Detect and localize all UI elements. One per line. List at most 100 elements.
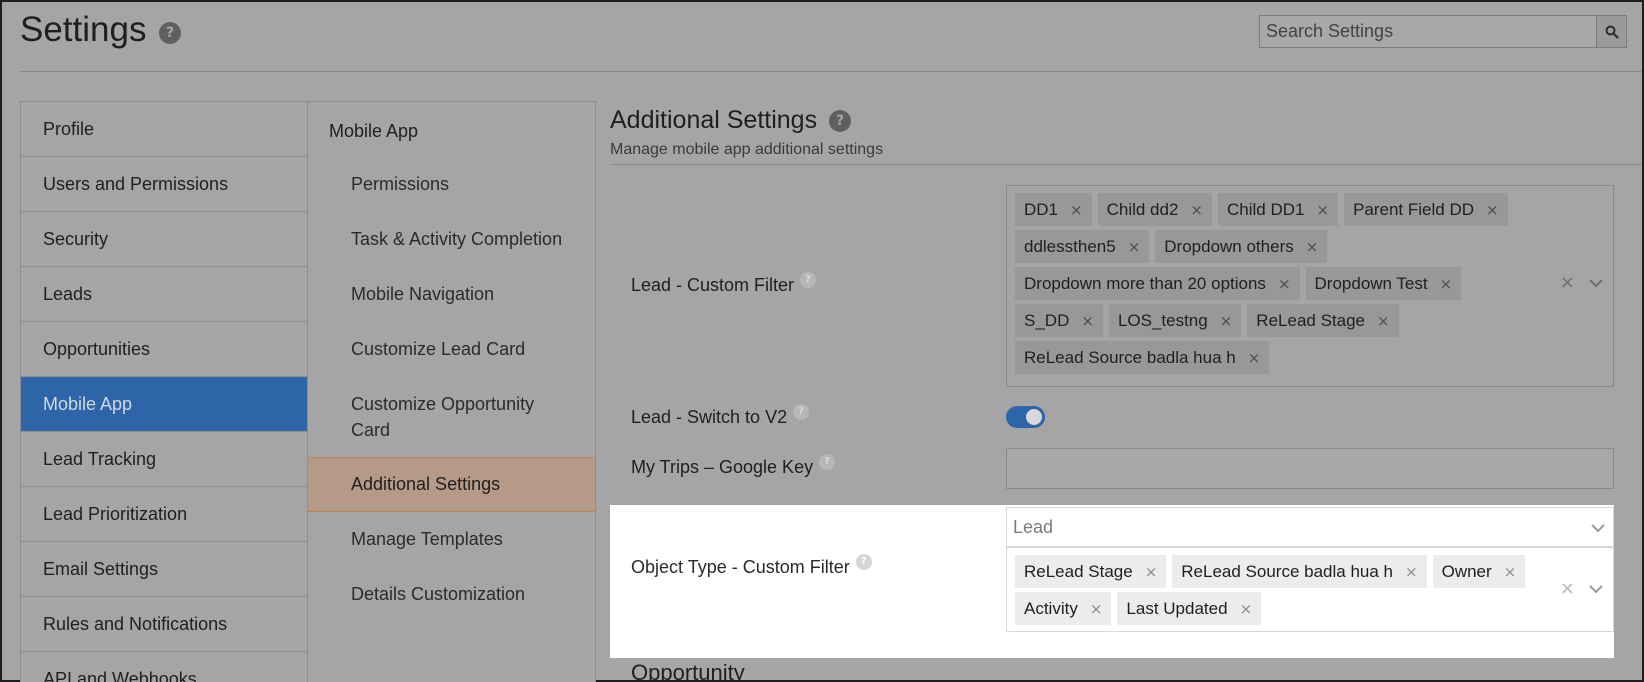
- chip-label: Owner: [1441, 561, 1492, 581]
- close-icon[interactable]: ×: [1248, 349, 1261, 367]
- close-icon[interactable]: ×: [1405, 563, 1418, 581]
- close-icon[interactable]: ×: [1278, 275, 1291, 293]
- sidebar-item-lead-tracking[interactable]: Lead Tracking: [21, 432, 307, 487]
- chip-label: ReLead Source badla hua h: [1181, 561, 1394, 581]
- close-icon[interactable]: ×: [1440, 275, 1453, 293]
- chip-label: Last Updated: [1126, 598, 1228, 618]
- sidebar-item-email-settings[interactable]: Email Settings: [21, 542, 307, 597]
- toggle-knob: [1026, 409, 1042, 425]
- search-icon: [1605, 25, 1619, 39]
- filter-chip: Child dd2 ×: [1097, 193, 1212, 226]
- select-controls: ×: [1560, 272, 1603, 293]
- chip-label: ReLead Stage: [1024, 561, 1133, 581]
- chip-label: DD1: [1024, 199, 1059, 219]
- filter-chip: ReLead Source badla hua h ×: [1015, 341, 1270, 374]
- search-box: [1259, 15, 1627, 48]
- sidebar-item-opportunities[interactable]: Opportunities: [21, 322, 307, 377]
- sidebar-item-users-and-permissions[interactable]: Users and Permissions: [21, 157, 307, 212]
- chip-label: Activity: [1024, 598, 1078, 618]
- object-type-select[interactable]: Lead: [1006, 507, 1614, 547]
- lead-custom-filter-label-text: Lead - Custom Filter: [631, 275, 795, 295]
- filter-chip: S_DD ×: [1015, 304, 1103, 337]
- question-circle-icon[interactable]: ?: [800, 271, 817, 288]
- filter-chip: ReLead Source badla hua h ×: [1172, 555, 1427, 588]
- sidebar-item-api-and-webhooks[interactable]: API and Webhooks: [21, 652, 307, 682]
- subnav-item-task-activity-completion[interactable]: Task & Activity Completion: [308, 212, 595, 267]
- close-icon[interactable]: ×: [1240, 600, 1253, 618]
- sidebar-item-profile[interactable]: Profile: [21, 102, 307, 157]
- lead-switch-v2-label-text: Lead - Switch to V2: [631, 407, 788, 427]
- sidebar-item-security[interactable]: Security: [21, 212, 307, 267]
- subnav-item-customize-lead-card[interactable]: Customize Lead Card: [308, 322, 595, 377]
- search-input[interactable]: [1260, 16, 1596, 47]
- filter-chip: ReLead Stage ×: [1015, 555, 1167, 588]
- sidebar-item-mobile-app[interactable]: Mobile App: [21, 377, 307, 432]
- subnav-item-customize-opportunity-card[interactable]: Customize Opportunity Card: [308, 377, 595, 457]
- chip-label: Dropdown Test: [1314, 273, 1428, 293]
- filter-chip: Activity ×: [1015, 592, 1112, 625]
- filter-chip: Dropdown others ×: [1155, 230, 1328, 263]
- subnav-item-manage-templates[interactable]: Manage Templates: [308, 512, 595, 567]
- close-icon[interactable]: ×: [1081, 312, 1094, 330]
- chip-label: Child dd2: [1106, 199, 1179, 219]
- page-title: Settings: [20, 10, 147, 49]
- object-type-custom-filter-label-text: Object Type - Custom Filter: [631, 557, 850, 577]
- my-trips-google-key-label: My Trips – Google Key ?: [631, 453, 836, 478]
- subnav-item-permissions[interactable]: Permissions: [308, 157, 595, 212]
- lead-switch-v2-toggle[interactable]: [1006, 406, 1045, 428]
- object-type-fields-select[interactable]: ReLead Stage × ReLead Source badla hua h ×…: [1006, 547, 1614, 632]
- close-icon[interactable]: ×: [1486, 201, 1499, 219]
- filter-chip: Owner ×: [1432, 555, 1526, 588]
- question-circle-icon[interactable]: ?: [855, 553, 872, 570]
- close-icon[interactable]: ×: [1377, 312, 1390, 330]
- subnav-item-details-customization[interactable]: Details Customization: [308, 567, 595, 622]
- subnav-item-mobile-navigation[interactable]: Mobile Navigation: [308, 267, 595, 322]
- chip-label: S_DD: [1024, 310, 1070, 330]
- close-icon[interactable]: ×: [1145, 563, 1158, 581]
- filter-chip: DD1 ×: [1015, 193, 1092, 226]
- close-icon[interactable]: ×: [1090, 600, 1103, 618]
- filter-chip: LOS_testng ×: [1108, 304, 1242, 337]
- object-type-custom-filter-label: Object Type - Custom Filter ?: [631, 553, 872, 578]
- chip-label: Child DD1: [1227, 199, 1305, 219]
- close-icon[interactable]: ×: [1070, 201, 1083, 219]
- select-controls: ×: [1560, 578, 1603, 599]
- clear-icon[interactable]: ×: [1560, 578, 1575, 599]
- chevron-down-icon[interactable]: [1589, 584, 1603, 594]
- sidebar-item-leads[interactable]: Leads: [21, 267, 307, 322]
- close-icon[interactable]: ×: [1306, 238, 1319, 256]
- section-divider: [610, 164, 1642, 165]
- question-circle-icon[interactable]: ?: [159, 22, 181, 44]
- search-button[interactable]: [1596, 16, 1626, 47]
- section-title: Additional Settings ?: [610, 106, 852, 135]
- close-icon[interactable]: ×: [1128, 238, 1141, 256]
- chevron-down-icon[interactable]: [1589, 278, 1603, 288]
- clear-icon[interactable]: ×: [1560, 272, 1575, 293]
- filter-chip: Dropdown more than 20 options ×: [1015, 267, 1300, 300]
- chip-label: Parent Field DD: [1353, 199, 1474, 219]
- chevron-down-icon[interactable]: [1591, 516, 1605, 540]
- question-circle-icon[interactable]: ?: [793, 403, 810, 420]
- header-divider: [20, 71, 1642, 72]
- close-icon[interactable]: ×: [1316, 201, 1329, 219]
- sidebar-item-rules-and-notifications[interactable]: Rules and Notifications: [21, 597, 307, 652]
- filter-chip: Dropdown Test ×: [1305, 267, 1462, 300]
- chip-label: ReLead Stage: [1256, 310, 1365, 330]
- lead-custom-filter-select[interactable]: DD1 × Child dd2 × Child DD1 × Parent Field …: [1006, 185, 1614, 387]
- filter-chip: Parent Field DD ×: [1344, 193, 1508, 226]
- lead-custom-filter-label: Lead - Custom Filter ?: [631, 271, 817, 296]
- my-trips-google-key-label-text: My Trips – Google Key: [631, 457, 814, 477]
- my-trips-google-key-input[interactable]: [1006, 448, 1614, 489]
- object-type-select-value: Lead: [1013, 516, 1054, 537]
- filter-chip: ddlessthen5 ×: [1015, 230, 1150, 263]
- filter-chip: ReLead Stage ×: [1247, 304, 1399, 337]
- close-icon[interactable]: ×: [1190, 201, 1203, 219]
- question-circle-icon[interactable]: ?: [829, 109, 852, 132]
- close-icon[interactable]: ×: [1504, 563, 1517, 581]
- close-icon[interactable]: ×: [1220, 312, 1233, 330]
- question-circle-icon[interactable]: ?: [819, 453, 836, 470]
- subnav-item-additional-settings[interactable]: Additional Settings: [308, 457, 595, 512]
- sidebar-item-lead-prioritization[interactable]: Lead Prioritization: [21, 487, 307, 542]
- chip-label: Dropdown others: [1164, 236, 1294, 256]
- subnav-heading: Mobile App: [329, 121, 419, 141]
